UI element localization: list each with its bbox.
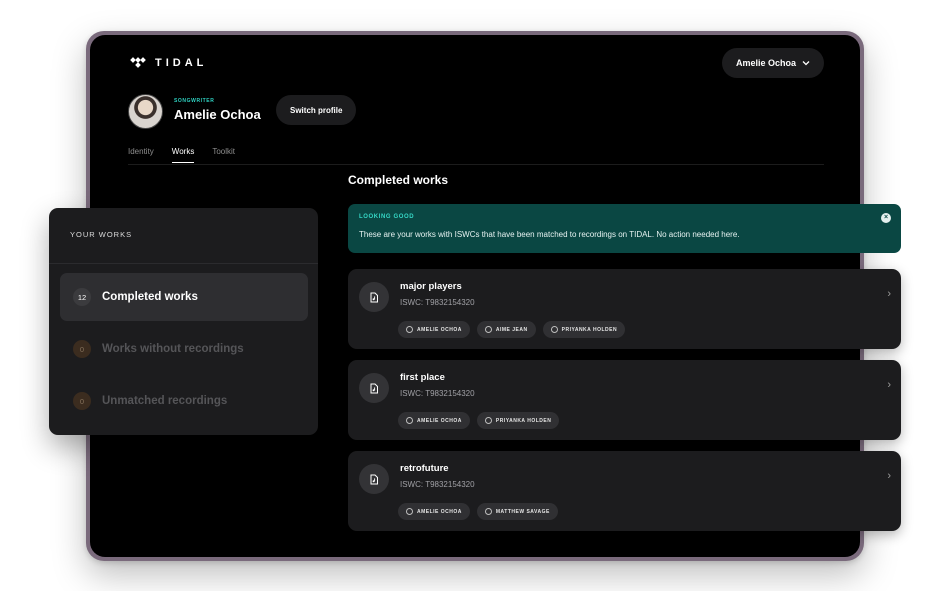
tab-divider <box>128 164 824 165</box>
switch-profile-button[interactable]: Switch profile <box>276 95 357 125</box>
contributor-name: PRIYANKA HOLDEN <box>495 417 552 424</box>
sidebar-item-unmatched-recordings[interactable]: 0 Unmatched recordings <box>60 377 308 425</box>
contributor-chip[interactable]: PRIYANKA HOLDEN <box>542 321 626 338</box>
close-icon[interactable]: × <box>881 213 891 223</box>
user-icon <box>550 326 558 333</box>
tab-works[interactable]: Works <box>171 147 195 163</box>
chevron-right-icon: › <box>887 470 891 482</box>
sidebar-item-completed-works[interactable]: 12 Completed works <box>60 273 308 321</box>
tab-toolkit[interactable]: Toolkit <box>212 147 235 163</box>
tab-identity[interactable]: Identity <box>128 147 154 163</box>
contributor-name: MATTHEW SAVAGE <box>495 508 550 515</box>
document-music-icon <box>359 282 389 312</box>
contributor-chip[interactable]: AMELIE OCHOA <box>398 412 470 429</box>
logo-text: TIDAL <box>155 57 208 69</box>
user-menu-button[interactable]: Amelie Ochoa <box>721 48 824 78</box>
work-iswc: ISWC: T9832154320 <box>400 480 475 489</box>
contributor-name: AMELIE OCHOA <box>417 508 462 515</box>
user-icon <box>406 417 413 424</box>
user-menu-label: Amelie Ochoa <box>735 58 796 68</box>
user-icon <box>484 417 492 424</box>
work-card[interactable]: retrofuture ISWC: T9832154320 AMELIE OCH… <box>348 451 901 531</box>
sidebar-item-works-without-recordings[interactable]: 0 Works without recordings <box>60 325 308 373</box>
sidebar-item-label: Works without recordings <box>102 343 244 355</box>
panel-divider <box>49 263 318 264</box>
chevron-down-icon <box>802 61 810 66</box>
banner-text: These are your works with ISWCs that hav… <box>359 230 740 239</box>
chevron-right-icon: › <box>887 379 891 391</box>
contributor-name: PRIYANKA HOLDEN <box>561 326 618 333</box>
contributor-name: AMELIE OCHOA <box>417 417 462 424</box>
profile-name: Amelie Ochoa <box>174 107 261 122</box>
contributor-list: AMELIE OCHOA AIME JEAN PRIYANKA HOLDEN <box>398 321 626 338</box>
sidebar-item-label: Unmatched recordings <box>102 395 228 407</box>
status-banner: LOOKING GOOD These are your works with I… <box>348 204 901 253</box>
contributor-list: AMELIE OCHOA PRIYANKA HOLDEN <box>398 412 560 429</box>
avatar <box>128 94 163 129</box>
banner-label: LOOKING GOOD <box>359 214 415 220</box>
work-title: major players <box>400 281 462 292</box>
count-badge: 12 <box>73 288 91 306</box>
contributor-chip[interactable]: MATTHEW SAVAGE <box>476 503 558 520</box>
count-badge: 0 <box>73 340 91 358</box>
count-badge: 0 <box>73 392 91 410</box>
tab-bar: Identity Works Toolkit <box>128 147 235 163</box>
work-title: first place <box>400 372 445 383</box>
panel-title: YOUR WORKS <box>70 230 133 239</box>
user-icon <box>406 508 413 515</box>
profile-role: SONGWRITER <box>174 98 215 104</box>
user-icon <box>484 508 492 515</box>
user-icon <box>406 326 413 333</box>
section-title: Completed works <box>348 173 449 187</box>
work-card[interactable]: first place ISWC: T9832154320 AMELIE OCH… <box>348 360 901 440</box>
contributor-name: AMELIE OCHOA <box>417 326 462 333</box>
contributor-chip[interactable]: AMELIE OCHOA <box>398 321 470 338</box>
work-card[interactable]: major players ISWC: T9832154320 AMELIE O… <box>348 269 901 349</box>
contributor-chip[interactable]: AIME JEAN <box>476 321 536 338</box>
tidal-logo[interactable]: TIDAL <box>130 57 208 69</box>
chevron-right-icon: › <box>887 288 891 300</box>
contributor-name: AIME JEAN <box>495 326 528 333</box>
document-music-icon <box>359 373 389 403</box>
your-works-panel: YOUR WORKS 12 Completed works 0 Works wi… <box>49 208 318 435</box>
contributor-list: AMELIE OCHOA MATTHEW SAVAGE <box>398 503 558 520</box>
contributor-chip[interactable]: PRIYANKA HOLDEN <box>476 412 560 429</box>
work-iswc: ISWC: T9832154320 <box>400 298 475 307</box>
document-music-icon <box>359 464 389 494</box>
work-iswc: ISWC: T9832154320 <box>400 389 475 398</box>
user-icon <box>484 326 492 333</box>
tidal-logo-icon <box>130 57 146 68</box>
sidebar-item-label: Completed works <box>102 291 198 303</box>
contributor-chip[interactable]: AMELIE OCHOA <box>398 503 470 520</box>
work-title: retrofuture <box>400 463 449 474</box>
